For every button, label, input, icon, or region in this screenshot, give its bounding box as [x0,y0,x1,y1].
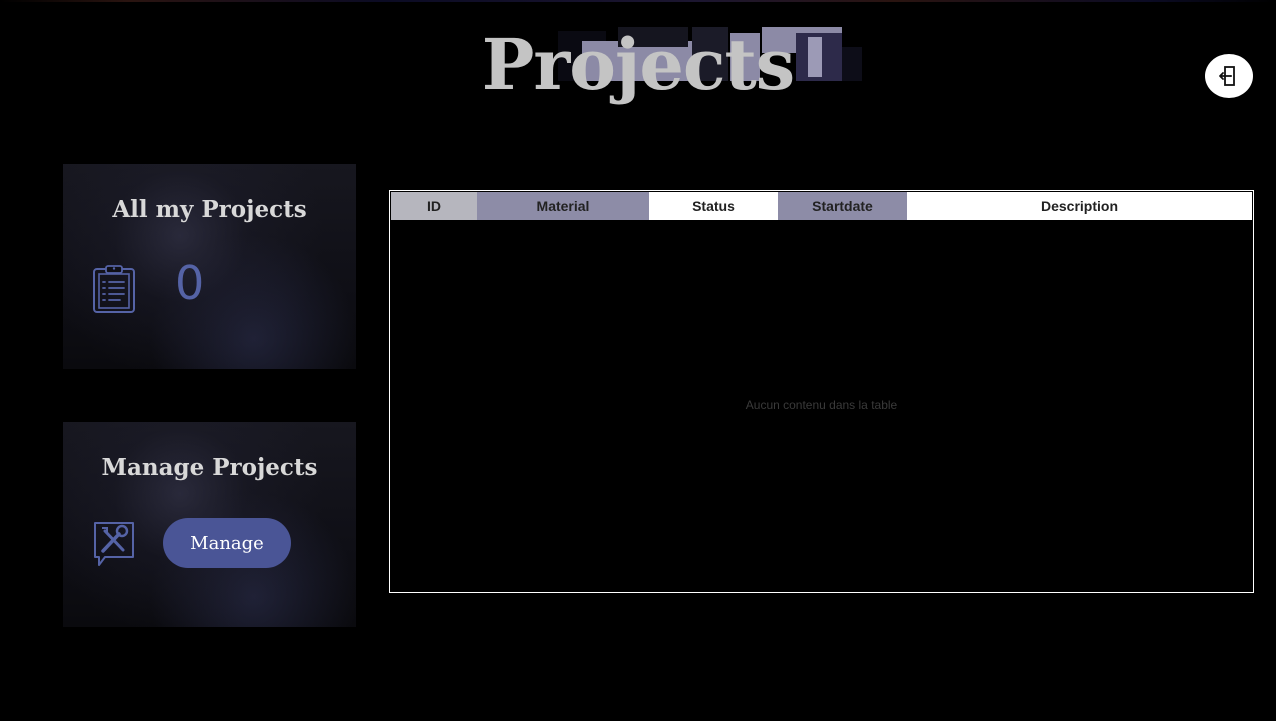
projects-table: ID Material Status Startdate Description… [389,190,1254,593]
projects-count: 0 [175,256,205,310]
tools-icon [94,522,134,566]
page-title: Projects [481,23,795,106]
projects-page: Projects All my Projects 0 Manage Projec… [0,0,1276,721]
empty-table-message: Aucun contenu dans la table [745,398,898,412]
column-header-startdate[interactable]: Startdate [778,192,907,220]
table-header: ID Material Status Startdate Description [391,192,1252,220]
logout-button[interactable] [1205,54,1253,98]
all-projects-title: All my Projects [112,196,307,223]
clipboard-list-icon [93,265,135,313]
column-header-material[interactable]: Material [477,192,649,220]
top-decorative-strip [0,0,1276,2]
manage-projects-title: Manage Projects [101,454,318,481]
manage-button[interactable]: Manage [163,518,291,568]
all-projects-card: All my Projects 0 [63,164,356,369]
column-header-status[interactable]: Status [649,192,778,220]
manage-projects-card: Manage Projects Manage [63,422,356,627]
column-header-id[interactable]: ID [391,192,477,220]
logout-door-icon [1219,66,1235,86]
column-header-description[interactable]: Description [907,192,1252,220]
